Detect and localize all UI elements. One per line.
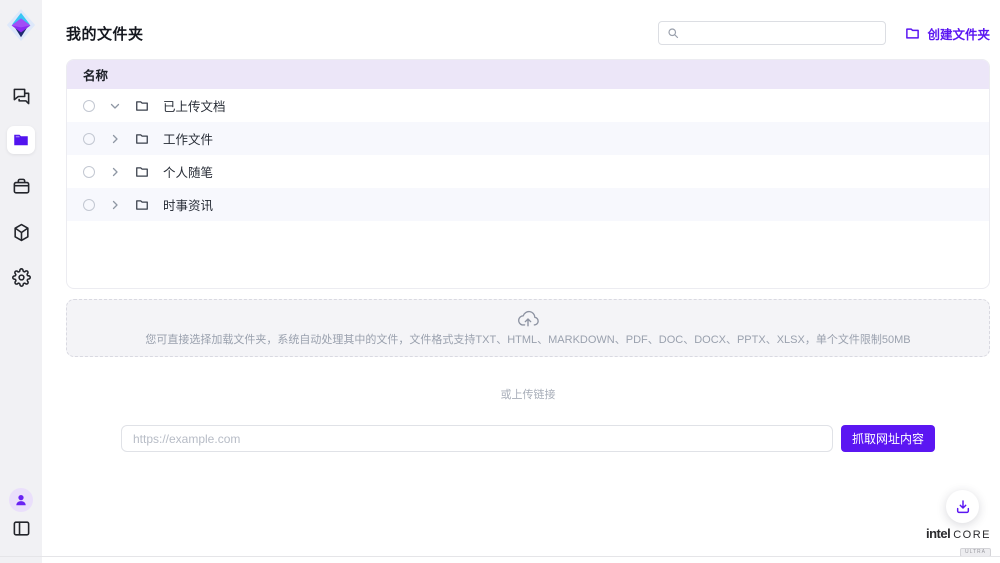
gear-icon: [12, 268, 31, 287]
chevron-right-icon[interactable]: [109, 166, 121, 178]
folder-row-label: 工作文件: [163, 129, 213, 148]
row-checkbox[interactable]: [83, 166, 95, 178]
sidebar-item-chat[interactable]: [0, 87, 42, 106]
cloud-upload-icon: [517, 310, 539, 328]
sidebar-item-models[interactable]: [0, 223, 42, 242]
chevron-down-icon[interactable]: [109, 100, 121, 112]
folder-row-work-files[interactable]: 工作文件: [67, 122, 989, 155]
search-icon: [667, 27, 679, 39]
sidebar-collapse-button[interactable]: [0, 519, 42, 538]
link-upload-divider: 或上传链接: [66, 386, 990, 402]
download-icon: [955, 499, 971, 515]
folder-row-news[interactable]: 时事资讯: [67, 188, 989, 221]
folder-row-label: 时事资讯: [163, 195, 213, 214]
row-checkbox[interactable]: [83, 100, 95, 112]
sidebar-item-briefcase[interactable]: [0, 177, 42, 196]
sidebar: [0, 0, 42, 563]
cube-icon: [12, 223, 31, 242]
url-input[interactable]: [121, 425, 833, 452]
chevron-right-icon[interactable]: [109, 133, 121, 145]
search-box: [658, 21, 886, 45]
folder-icon: [12, 131, 30, 149]
search-input[interactable]: [685, 26, 877, 40]
link-upload-row: 抓取网址内容: [66, 425, 990, 452]
app-logo-icon: [6, 7, 36, 43]
chat-icon: [12, 87, 31, 106]
panel-toggle-icon: [12, 519, 31, 538]
download-fab-button[interactable]: [946, 490, 979, 523]
page-title: 我的文件夹: [66, 23, 144, 44]
upload-hint: 您可直接选择加载文件夹，系统自动处理其中的文件，文件格式支持TXT、HTML、M…: [145, 331, 910, 347]
create-folder-label: 创建文件夹: [927, 24, 990, 43]
sidebar-item-settings[interactable]: [0, 268, 42, 287]
briefcase-icon: [12, 177, 31, 196]
sidebar-item-folders[interactable]: [7, 126, 35, 154]
chevron-right-icon[interactable]: [109, 199, 121, 211]
row-checkbox[interactable]: [83, 133, 95, 145]
folder-row-uploaded-docs[interactable]: 已上传文档: [67, 89, 989, 122]
core-wordmark: core: [953, 530, 991, 541]
user-avatar[interactable]: [9, 488, 33, 512]
upload-dropzone[interactable]: 您可直接选择加载文件夹，系统自动处理其中的文件，文件格式支持TXT、HTML、M…: [66, 299, 990, 357]
folder-icon: [135, 165, 149, 179]
user-avatar-icon: [14, 493, 28, 507]
folder-icon: [135, 99, 149, 113]
main-content: 我的文件夹 创建文件夹 名称: [42, 0, 1000, 563]
folder-icon: [135, 132, 149, 146]
fetch-url-button[interactable]: 抓取网址内容: [841, 425, 935, 452]
row-checkbox[interactable]: [83, 199, 95, 211]
intel-core-logo: intel core ultra: [929, 527, 991, 557]
folder-icon: [135, 198, 149, 212]
topbar: 我的文件夹 创建文件夹: [66, 20, 990, 46]
intel-wordmark: intel: [926, 527, 950, 540]
table-header-name: 名称: [67, 60, 989, 89]
create-folder-button[interactable]: 创建文件夹: [905, 24, 990, 43]
folder-plus-icon: [905, 26, 920, 41]
window-bottom-divider: [0, 556, 1000, 557]
table-body: 已上传文档 工作文件: [67, 89, 989, 221]
folder-row-label: 已上传文档: [163, 96, 226, 115]
folder-row-label: 个人随笔: [163, 162, 213, 181]
folder-table: 名称 已上传文档: [66, 59, 990, 289]
app-window: 我的文件夹 创建文件夹 名称: [0, 0, 1000, 563]
folder-row-personal-essays[interactable]: 个人随笔: [67, 155, 989, 188]
